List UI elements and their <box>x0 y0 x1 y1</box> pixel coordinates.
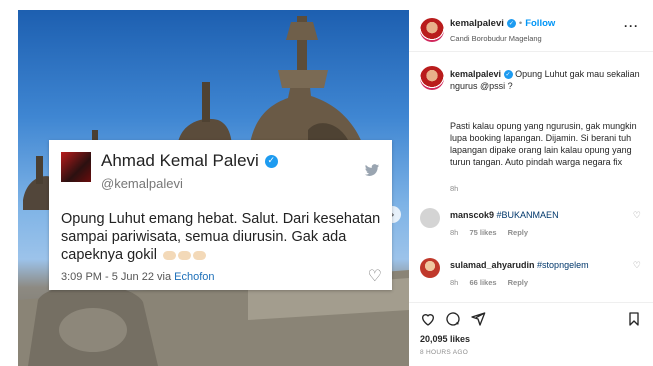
post-location[interactable]: Candi Borobudur Magelang <box>450 34 542 43</box>
share-icon[interactable] <box>470 311 486 327</box>
post-sidebar: kemalpalevi ✓ • Follow Candi Borobudur M… <box>409 10 653 366</box>
verified-badge-icon: ✓ <box>506 19 516 28</box>
separator: • <box>518 18 523 29</box>
heart-icon[interactable]: ♡ <box>633 211 641 221</box>
comment-hashtag[interactable]: #stopngelem <box>537 260 589 270</box>
comment-username[interactable]: manscok9 <box>450 210 494 220</box>
heart-icon[interactable] <box>420 311 436 327</box>
avatar[interactable] <box>420 18 444 42</box>
tweet-time: 3:09 PM - 5 Jun 22 via <box>61 271 172 283</box>
comment-time: 8h <box>450 228 459 237</box>
tweet-author-name: Ahmad Kemal Palevi <box>101 151 259 170</box>
reply-button[interactable]: Reply <box>508 228 528 237</box>
tweet-text: Opung Luhut emang hebat. Salut. Dari kes… <box>61 210 386 264</box>
comment-icon[interactable] <box>445 311 461 327</box>
comment-text: manscok9 #BUKANMAEN <box>450 210 559 220</box>
verified-badge-icon: ✓ <box>264 154 278 168</box>
likes-count[interactable]: 20,095 likes <box>420 334 470 344</box>
caption-body: Pasti kalau opung yang ngurusin, gak mun… <box>450 121 637 167</box>
comment-text: sulamad_ahyarudin #stopngelem <box>450 260 589 270</box>
comment-likes[interactable]: 75 likes <box>469 228 496 237</box>
caption-username[interactable]: kemalpalevi <box>450 69 501 79</box>
avatar[interactable] <box>420 258 440 278</box>
comment-meta: 8h 75 likes Reply <box>450 228 537 237</box>
tweet-handle: @kemalpalevi <box>101 176 183 191</box>
tweet-client-link[interactable]: Echofon <box>174 271 214 283</box>
heart-icon: ♡ <box>367 266 382 285</box>
tweet-text-content: Opung Luhut emang hebat. Salut. Dari kes… <box>61 211 381 263</box>
verified-badge-icon: ✓ <box>503 70 513 80</box>
reply-button[interactable]: Reply <box>508 278 528 287</box>
post-username[interactable]: kemalpalevi <box>450 18 504 29</box>
clap-emoji-icon <box>192 250 206 260</box>
post-timestamp: 8 HOURS AGO <box>420 349 469 356</box>
comment-time: 8h <box>450 278 459 287</box>
clap-emoji-icon <box>177 250 191 260</box>
more-options-icon[interactable]: ··· <box>624 19 639 33</box>
tweet-timestamp: 3:09 PM - 5 Jun 22 via Echofon <box>61 271 215 283</box>
caption-time: 8h <box>450 184 459 193</box>
tweet-card: Ahmad Kemal Palevi ✓ @kemalpalevi Opung … <box>49 140 392 290</box>
avatar[interactable] <box>420 66 444 90</box>
caption-first-line: kemalpalevi ✓ Opung Luhut gak mau sekali… <box>450 68 645 92</box>
tweet-avatar <box>61 152 91 182</box>
comment-meta: 8h 66 likes Reply <box>450 278 537 287</box>
comment-likes[interactable]: 66 likes <box>469 278 496 287</box>
clap-emoji-icon <box>162 250 176 260</box>
post-image: › Ahmad Kemal Palevi ✓ @kemalpalevi Opun… <box>18 10 409 366</box>
heart-icon[interactable]: ♡ <box>633 261 641 271</box>
bookmark-icon[interactable] <box>626 311 642 327</box>
twitter-bird-icon <box>364 164 380 181</box>
follow-button[interactable]: Follow <box>525 18 555 29</box>
action-bar <box>409 302 653 328</box>
list-item: manscok9 #BUKANMAEN 8h 75 likes Reply ♡ <box>409 208 653 248</box>
post-header: kemalpalevi ✓ • Follow Candi Borobudur M… <box>409 10 653 52</box>
post-author: kemalpalevi ✓ • Follow <box>450 18 555 29</box>
comment-hashtag[interactable]: #BUKANMAEN <box>497 210 559 220</box>
avatar[interactable] <box>420 208 440 228</box>
comment-username[interactable]: sulamad_ahyarudin <box>450 260 535 270</box>
tweet-author: Ahmad Kemal Palevi ✓ <box>101 151 278 171</box>
list-item: sulamad_ahyarudin #stopngelem 8h 66 like… <box>409 258 653 298</box>
